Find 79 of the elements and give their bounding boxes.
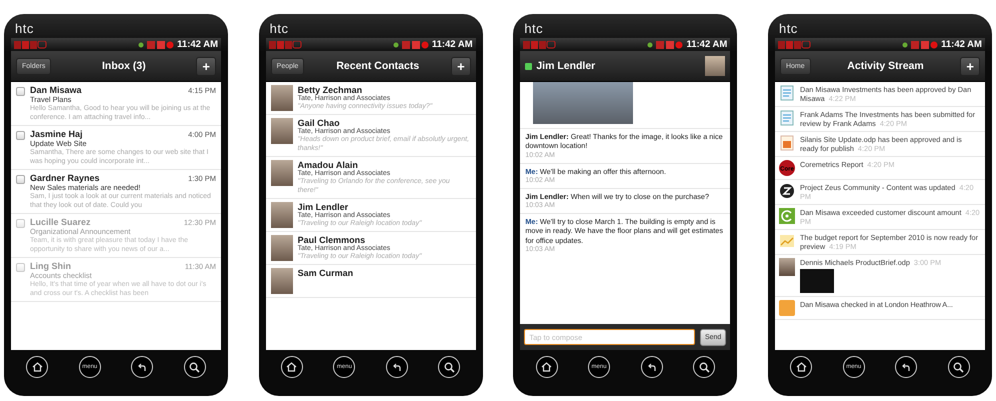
screen-title: Inbox (3) (102, 60, 146, 72)
screen-title: Activity Stream (847, 60, 924, 72)
status-time: 11:42 AM (432, 39, 473, 50)
search-button[interactable] (184, 356, 206, 378)
contact-name[interactable]: Paul Clemmons (298, 235, 471, 245)
home-icon (286, 362, 298, 372)
checkbox[interactable] (16, 131, 25, 140)
gauge-icon (778, 208, 795, 224)
search-icon (444, 362, 455, 372)
brand-logo: htc (778, 20, 798, 38)
checkbox[interactable] (16, 263, 25, 272)
sender-name: Lucille Suarez (30, 217, 91, 227)
add-button[interactable]: + (451, 56, 471, 76)
home-icon (541, 362, 552, 372)
status-icons-drawing (647, 40, 684, 48)
checkbox[interactable] (16, 219, 25, 228)
status-time: 11:42 AM (941, 39, 982, 50)
home-button[interactable] (280, 356, 303, 378)
search-button[interactable] (438, 356, 460, 378)
checkbox[interactable] (16, 87, 25, 96)
search-icon (953, 362, 964, 372)
screen-title: Recent Contacts (336, 60, 420, 72)
checkbox[interactable] (16, 175, 25, 184)
presentation-icon (778, 135, 795, 151)
back-arrow-icon (137, 362, 148, 372)
home-button[interactable] (26, 356, 48, 378)
avatar-photo (270, 160, 293, 186)
notification-icons-drawing (268, 40, 303, 48)
contact-name[interactable]: Sam Curman (298, 268, 471, 278)
status-time: 11:42 AM (177, 39, 218, 50)
notification-icons-drawing (523, 40, 558, 48)
brand-logo: htc (523, 20, 544, 38)
status-time: 11:42 AM (686, 39, 728, 50)
document-icon (778, 110, 795, 126)
home-button[interactable] (536, 356, 558, 378)
add-button[interactable]: + (960, 56, 980, 76)
search-icon (189, 362, 200, 372)
add-button[interactable]: + (196, 56, 216, 76)
status-icons-drawing (902, 40, 938, 48)
sender-name: Jasmine Haj (30, 129, 83, 139)
home-button[interactable] (790, 356, 812, 378)
contact-name: Jim Lendler (536, 60, 596, 72)
status-icons-drawing (392, 40, 429, 48)
search-button[interactable] (948, 356, 970, 378)
back-arrow-icon (901, 362, 912, 372)
contact-name[interactable]: Betty Zechman (298, 85, 471, 95)
avatar-photo (270, 202, 293, 228)
sender-name: Ling Shin (30, 261, 71, 271)
notification-icons-drawing (778, 40, 812, 48)
back-button[interactable] (640, 356, 663, 378)
notification-icons-drawing (14, 40, 48, 48)
avatar-photo[interactable] (705, 56, 726, 76)
avatar-photo (778, 258, 795, 276)
avatar-photo (270, 118, 293, 144)
avatar-photo (270, 268, 293, 294)
video-thumbnail[interactable] (800, 269, 834, 293)
status-icons-drawing (138, 40, 174, 48)
search-icon (698, 362, 710, 372)
check-in-icon (778, 300, 795, 316)
contact-name[interactable]: Amadou Alain (298, 160, 471, 170)
back-button[interactable] (386, 356, 408, 378)
back-button[interactable] (895, 356, 918, 378)
sender-name: Gardner Raynes (30, 173, 100, 183)
contact-name[interactable]: Jim Lendler (298, 202, 471, 212)
chart-icon (778, 233, 795, 249)
brand-logo: htc (14, 20, 34, 38)
document-icon (778, 85, 795, 101)
avatar-photo (270, 85, 293, 111)
back-arrow-icon (646, 362, 657, 372)
brand-logo: htc (268, 20, 288, 38)
sender-name: Dan Misawa (30, 85, 82, 95)
contact-name[interactable]: Gail Chao (298, 118, 471, 128)
community-icon (778, 183, 795, 199)
back-button[interactable] (131, 356, 154, 378)
search-button[interactable] (693, 356, 716, 378)
back-arrow-icon (392, 362, 402, 372)
home-icon (32, 362, 43, 372)
avatar-photo (270, 235, 293, 261)
home-icon (796, 362, 807, 372)
